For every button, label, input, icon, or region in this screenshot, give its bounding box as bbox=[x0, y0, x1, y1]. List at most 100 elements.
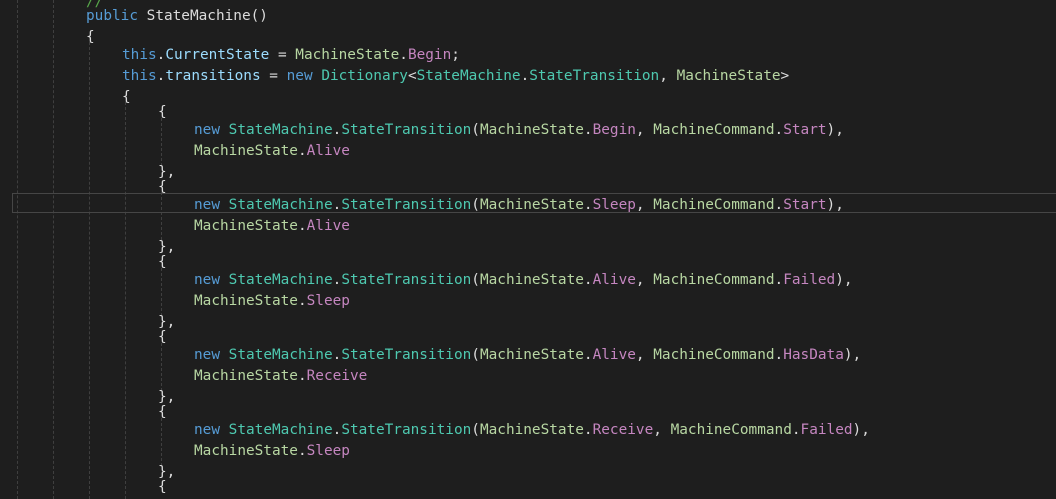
indent-guide bbox=[161, 118, 162, 166]
token-punct: . bbox=[297, 443, 307, 459]
token-punct: ( bbox=[471, 197, 480, 213]
code-line[interactable]: { bbox=[158, 402, 167, 423]
code-line[interactable]: this.CurrentState = MachineState.Begin; bbox=[122, 45, 460, 66]
token-type: Dictionary bbox=[321, 68, 408, 84]
token-kw: new bbox=[194, 272, 220, 288]
token-type: StateTransition bbox=[341, 122, 472, 138]
token-type: StateTransition bbox=[341, 347, 472, 363]
code-editor[interactable]: //public StateMachine(){this.CurrentStat… bbox=[0, 0, 1056, 499]
token-punct: , bbox=[635, 197, 654, 213]
token-enumval: Alive bbox=[306, 143, 350, 159]
token-punct: . bbox=[399, 47, 408, 63]
token-punct bbox=[138, 8, 147, 24]
token-punct: . bbox=[583, 422, 593, 438]
code-line[interactable]: new StateMachine.StateTransition(Machine… bbox=[194, 120, 844, 141]
token-enumval: Alive bbox=[592, 347, 636, 363]
code-line[interactable]: public StateMachine() bbox=[86, 6, 268, 27]
token-punct: { bbox=[158, 404, 167, 420]
token-punct: { bbox=[122, 89, 131, 105]
code-line[interactable]: MachineState.Sleep bbox=[194, 291, 350, 312]
token-punct: { bbox=[86, 29, 95, 45]
token-punct: . bbox=[297, 293, 307, 309]
token-enum: MachineCommand bbox=[670, 422, 792, 438]
token-punct: { bbox=[158, 104, 167, 120]
token-punct: { bbox=[158, 479, 167, 495]
code-line[interactable]: new StateMachine.StateTransition(Machine… bbox=[194, 270, 853, 291]
token-punct: ), bbox=[826, 197, 844, 213]
code-line[interactable]: new StateMachine.StateTransition(Machine… bbox=[194, 420, 870, 441]
indent-guide bbox=[161, 418, 162, 466]
token-kw: new bbox=[194, 347, 220, 363]
token-punct: . bbox=[583, 197, 593, 213]
token-punct: ), bbox=[826, 122, 844, 138]
code-line[interactable]: new StateMachine. StateTransition(Machine… bbox=[194, 345, 861, 366]
code-line[interactable]: { bbox=[158, 327, 167, 348]
code-line[interactable]: MachineState.Receive bbox=[194, 366, 367, 387]
token-punct: { bbox=[158, 254, 167, 270]
code-line[interactable]: { bbox=[122, 87, 131, 108]
code-line[interactable]: { bbox=[158, 177, 167, 198]
token-enumval: Begin bbox=[407, 47, 452, 63]
token-punct: . bbox=[332, 422, 342, 438]
token-type: StateMachine bbox=[416, 68, 521, 84]
token-punct: = bbox=[260, 68, 287, 84]
token-punct: . bbox=[583, 122, 593, 138]
token-punct: . bbox=[297, 143, 307, 159]
indent-guide bbox=[53, 0, 54, 499]
code-line[interactable]: { bbox=[158, 102, 167, 123]
token-enum: MachineCommand bbox=[653, 122, 775, 138]
token-punct: . bbox=[332, 122, 342, 138]
token-enum: MachineState bbox=[479, 347, 584, 363]
token-punct: ( bbox=[471, 122, 480, 138]
token-punct: . bbox=[791, 422, 801, 438]
token-punct: ( bbox=[471, 422, 480, 438]
token-punct: . bbox=[583, 272, 593, 288]
indent-guide bbox=[161, 268, 162, 316]
token-enumval: Sleep bbox=[592, 197, 636, 213]
token-member: CurrentState bbox=[165, 47, 270, 63]
code-line-current[interactable]: new StateMachine.StateTransition(Machine… bbox=[194, 195, 844, 216]
token-punct: . bbox=[583, 347, 593, 363]
token-punct: ( bbox=[471, 347, 480, 363]
code-line[interactable]: MachineState.Sleep bbox=[194, 441, 350, 462]
token-enum: MachineState bbox=[479, 122, 584, 138]
token-punct bbox=[220, 347, 229, 363]
token-enum: MachineState bbox=[676, 68, 781, 84]
token-enumval: Failed bbox=[800, 422, 853, 438]
token-type: StateTransition bbox=[341, 197, 472, 213]
token-method: StateMachine bbox=[146, 8, 251, 24]
token-enumval: Sleep bbox=[306, 293, 350, 309]
token-enumval: Receive bbox=[306, 368, 368, 384]
token-punct: ( bbox=[471, 272, 480, 288]
token-punct bbox=[220, 197, 229, 213]
code-line[interactable]: { bbox=[158, 477, 167, 498]
token-kw: this bbox=[122, 68, 157, 84]
token-enum: MachineState bbox=[194, 218, 298, 234]
token-enum: MachineState bbox=[479, 197, 584, 213]
token-punct: . bbox=[520, 68, 530, 84]
token-punct: , bbox=[659, 68, 677, 84]
token-punct: ), bbox=[852, 422, 870, 438]
code-line[interactable]: this. transitions = new Dictionary<StateM… bbox=[122, 66, 789, 87]
token-enumval: Sleep bbox=[306, 443, 350, 459]
code-line[interactable]: MachineState.Alive bbox=[194, 216, 350, 237]
token-enum: MachineState bbox=[194, 293, 298, 309]
token-type: StateTransition bbox=[529, 68, 660, 84]
indent-guide bbox=[161, 343, 162, 391]
token-enum: MachineCommand bbox=[653, 197, 775, 213]
token-enumval: Start bbox=[783, 122, 827, 138]
token-enum: MachineState bbox=[479, 272, 584, 288]
code-line[interactable]: { bbox=[86, 27, 95, 48]
token-type: StateMachine bbox=[228, 422, 333, 438]
token-type: StateMachine bbox=[228, 197, 333, 213]
token-punct: . bbox=[774, 122, 784, 138]
token-enumval: Alive bbox=[306, 218, 350, 234]
code-line[interactable]: MachineState.Alive bbox=[194, 141, 350, 162]
token-punct: < bbox=[407, 68, 417, 84]
token-enumval: Begin bbox=[592, 122, 636, 138]
token-punct: . bbox=[297, 368, 307, 384]
token-type: StateMachine bbox=[228, 347, 333, 363]
code-line[interactable]: { bbox=[158, 252, 167, 273]
token-enum: MachineState bbox=[194, 443, 298, 459]
token-kw: new bbox=[286, 68, 313, 84]
